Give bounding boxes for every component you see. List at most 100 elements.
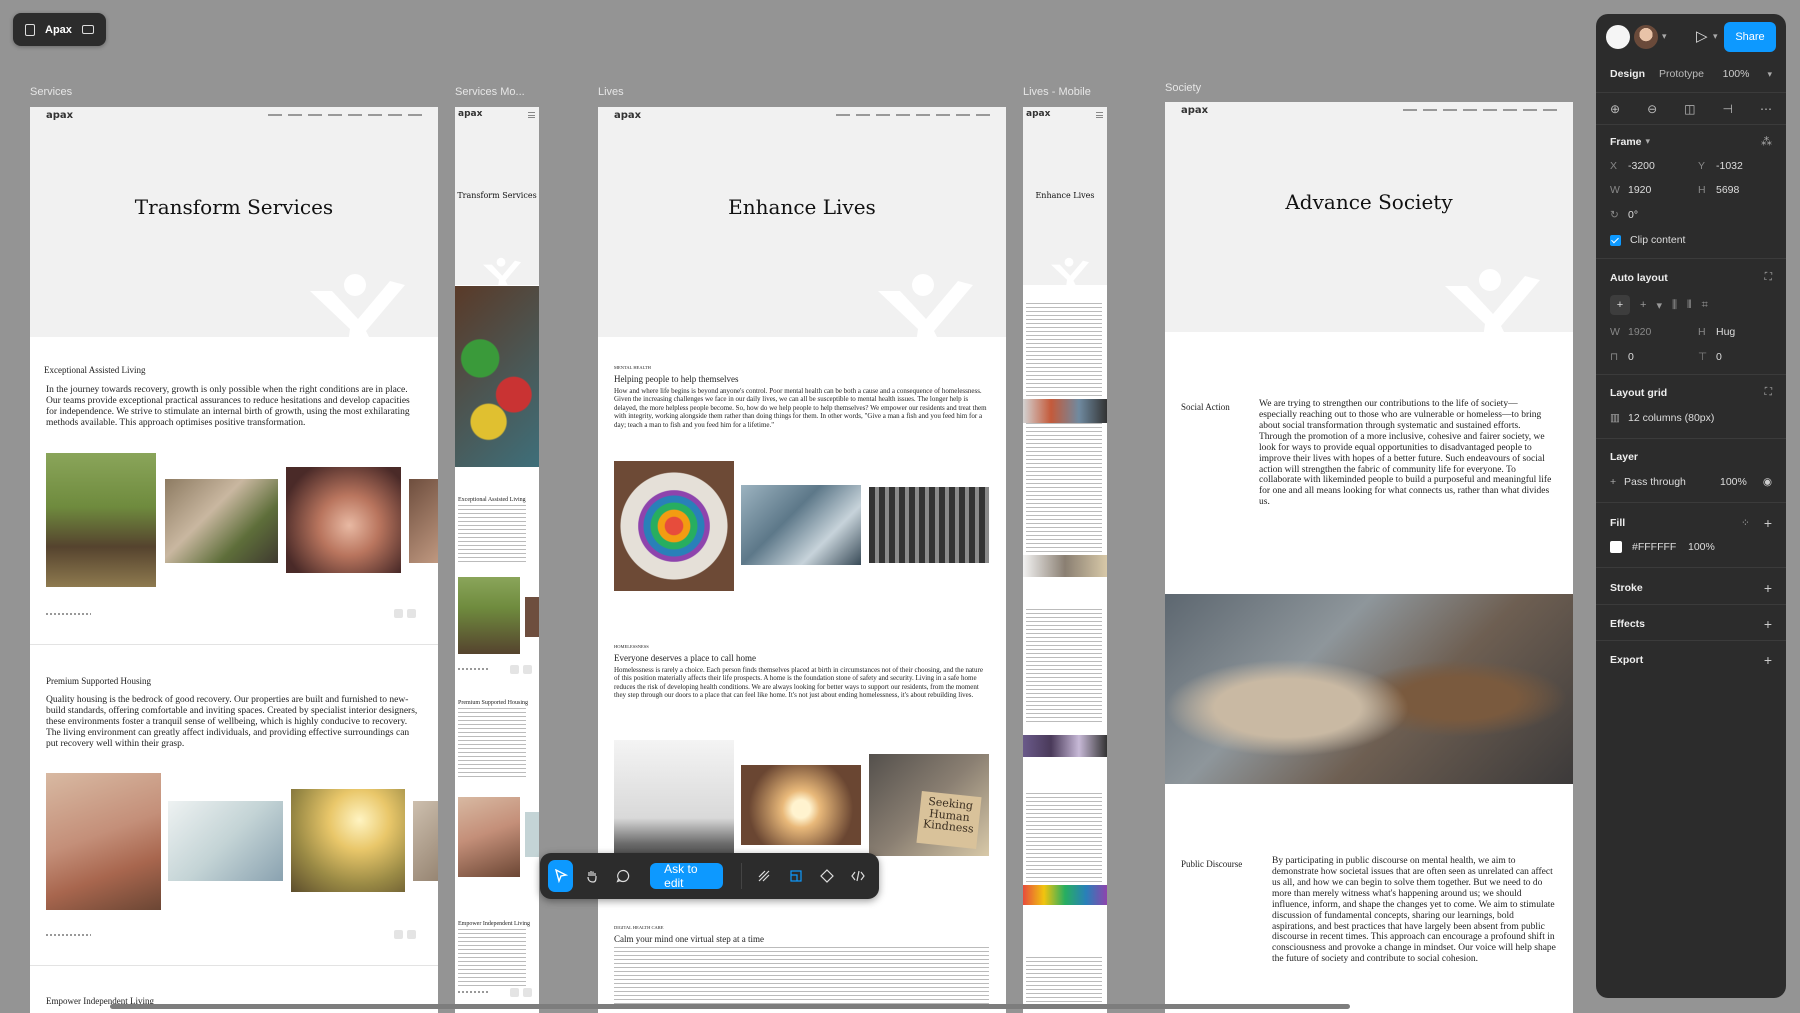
bottom-toolbar: Ask to edit <box>540 853 879 899</box>
export-title: Export <box>1610 654 1644 666</box>
direction-icon[interactable]: + <box>1640 299 1646 311</box>
carousel-arrows[interactable] <box>510 988 532 997</box>
zoom-level[interactable]: 100% <box>1723 68 1750 80</box>
tab-design[interactable]: Design <box>1610 68 1645 80</box>
al-width-input[interactable]: 1920 <box>1628 326 1698 338</box>
frame-label-lives-mobile[interactable]: Lives - Mobile <box>1023 86 1091 98</box>
columns-grid-icon[interactable]: ▥ <box>1610 412 1628 424</box>
frame-services[interactable]: apax Transform Services Exceptional Assi… <box>30 107 438 1013</box>
hand-tool-icon[interactable] <box>579 860 604 892</box>
fill-hex-input[interactable]: #FFFFFF <box>1632 541 1688 553</box>
gap-input[interactable]: 0 <box>1628 351 1698 363</box>
align-icon[interactable]: ⊕ <box>1610 102 1620 116</box>
chevron-down-icon[interactable]: ▾ <box>1662 31 1667 42</box>
frame-label-lives[interactable]: Lives <box>598 86 624 98</box>
section-body: How and where life begins is beyond anyo… <box>614 387 987 429</box>
section-body: Quality housing is the bedrock of good r… <box>46 695 418 749</box>
blend-mode-select[interactable]: Pass through <box>1624 476 1720 488</box>
hamburger-menu-icon[interactable] <box>1096 112 1103 118</box>
carousel-arrows[interactable] <box>394 609 416 618</box>
width-input[interactable]: 1920 <box>1628 184 1698 196</box>
photo-helping-homeless <box>1165 594 1573 784</box>
align-icon[interactable]: ⊖ <box>1647 102 1657 116</box>
align-icon[interactable]: ⌗ <box>1702 299 1708 312</box>
align-icon[interactable]: ⫼ <box>1672 299 1677 312</box>
fill-swatch[interactable] <box>1610 541 1622 553</box>
photo-forest-walk <box>46 453 156 587</box>
chevron-down-icon[interactable]: ▾ <box>1656 299 1662 312</box>
measure-tool-icon[interactable] <box>783 860 808 892</box>
frame-section-title[interactable]: Frame <box>1610 136 1642 148</box>
add-export-icon[interactable]: + <box>1764 652 1772 668</box>
file-menu-chip[interactable]: Apax <box>13 13 106 46</box>
frame-society[interactable]: apax Advance Society Social Action We ar… <box>1165 102 1573 1013</box>
grid-styles-icon[interactable]: ⛶ <box>1765 386 1772 399</box>
align-icon[interactable]: ⊣ <box>1723 102 1733 116</box>
carousel-dots[interactable] <box>46 934 91 936</box>
section-body-placeholder <box>1026 609 1102 723</box>
photo-gears <box>455 286 539 467</box>
layout-grid-value[interactable]: 12 columns (80px) <box>1628 412 1714 424</box>
direction-icon[interactable]: + <box>1610 295 1630 315</box>
carousel-dots[interactable] <box>46 613 91 615</box>
tab-prototype[interactable]: Prototype <box>1659 68 1704 80</box>
align-icon[interactable]: ◫ <box>1684 102 1695 116</box>
chevron-down-icon[interactable]: ▾ <box>1767 69 1772 80</box>
ask-to-edit-button[interactable]: Ask to edit <box>650 862 723 890</box>
fill-opacity-input[interactable]: 100% <box>1688 541 1715 553</box>
photo-forest-walk <box>458 577 520 654</box>
align-icon[interactable]: ⫴ <box>1687 299 1692 312</box>
rotation-icon: ↻ <box>1610 209 1619 221</box>
figma-menu-icon[interactable] <box>25 23 35 36</box>
layer-opacity-input[interactable]: 100% <box>1720 476 1747 488</box>
chevron-down-icon[interactable]: ▾ <box>1646 136 1651 147</box>
add-stroke-icon[interactable]: + <box>1764 580 1772 596</box>
y-input[interactable]: -1032 <box>1716 160 1743 172</box>
al-height-input[interactable]: Hug <box>1716 326 1735 338</box>
chevron-down-icon[interactable]: ▾ <box>1713 31 1718 42</box>
frame-label-services-mobile[interactable]: Services Mo... <box>455 86 525 98</box>
sidebar-toggle-icon[interactable] <box>81 25 94 34</box>
photo-pillows <box>458 797 520 877</box>
add-fill-icon[interactable]: + <box>1764 515 1772 531</box>
rotation-input[interactable]: 0° <box>1628 209 1638 221</box>
clip-content-checkbox[interactable] <box>1610 234 1621 246</box>
photo-hands <box>286 467 401 573</box>
hamburger-menu-icon[interactable] <box>528 112 535 118</box>
frame-label-services[interactable]: Services <box>30 86 72 98</box>
grid-icon[interactable]: ⁂ <box>1761 135 1772 148</box>
apax-mark-icon <box>1051 257 1089 285</box>
present-play-icon[interactable]: ▷ <box>1696 27 1708 45</box>
component-tool-icon[interactable] <box>814 860 839 892</box>
carousel-dots[interactable] <box>458 991 490 993</box>
avatar[interactable] <box>1634 25 1658 49</box>
frame-services-mobile[interactable]: apax Transform Services Exceptional Assi… <box>455 107 539 1013</box>
frame-lives-mobile[interactable]: apax Enhance Lives <box>1023 107 1107 1013</box>
comment-tool-icon[interactable] <box>611 860 636 892</box>
site-logo: apax <box>458 109 483 119</box>
w-label: W <box>1610 184 1620 196</box>
avatar[interactable] <box>1606 25 1630 49</box>
share-button[interactable]: Share <box>1724 22 1776 52</box>
carousel-dots[interactable] <box>458 668 490 670</box>
code-tool-icon[interactable] <box>846 860 871 892</box>
canvas-horizontal-scrollbar[interactable] <box>110 1004 1350 1009</box>
styles-icon[interactable]: ⁘ <box>1741 517 1750 529</box>
photo-partial <box>525 597 539 637</box>
padding-input[interactable]: 0 <box>1716 351 1722 363</box>
frame-label-society[interactable]: Society <box>1165 82 1201 94</box>
h-label: H <box>1698 184 1706 196</box>
clip-content-label: Clip content <box>1630 234 1686 246</box>
height-input[interactable]: 5698 <box>1716 184 1739 196</box>
move-tool-icon[interactable] <box>548 860 574 892</box>
annotate-tool-icon[interactable] <box>751 860 776 892</box>
more-icon[interactable]: ⋯ <box>1760 102 1772 116</box>
add-effect-icon[interactable]: + <box>1764 616 1772 632</box>
carousel-arrows[interactable] <box>510 665 532 674</box>
section-heading: Public Discourse <box>1181 859 1243 869</box>
file-name[interactable]: Apax <box>45 24 72 36</box>
carousel-arrows[interactable] <box>394 930 416 939</box>
eye-icon[interactable]: ◉ <box>1763 476 1772 488</box>
x-input[interactable]: -3200 <box>1628 160 1698 172</box>
auto-layout-toggle-icon[interactable]: ⛶ <box>1765 271 1772 284</box>
